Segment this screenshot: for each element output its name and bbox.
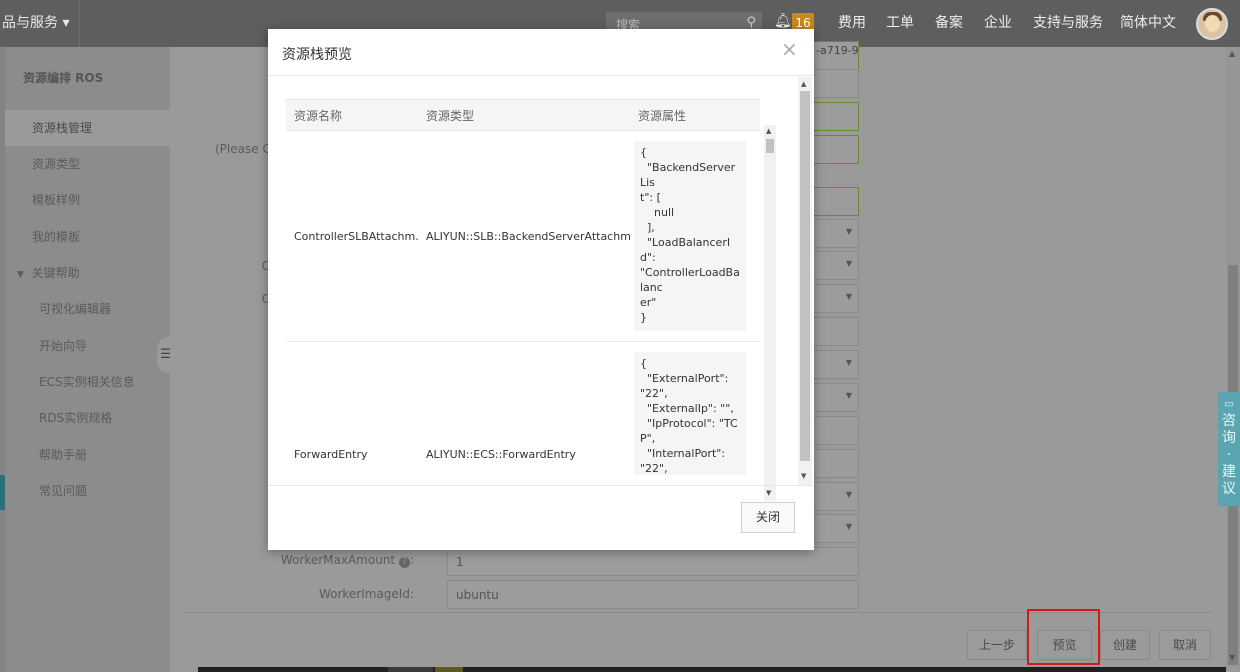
nav-language[interactable]: 简体中文 (1120, 0, 1176, 47)
taskbar-segment (435, 667, 463, 672)
sidebar-item-faq[interactable]: 常见问题 (5, 473, 170, 509)
scroll-up-icon[interactable]: ▲ (766, 127, 771, 135)
dropdown-arrow-icon: ▼ (845, 522, 852, 531)
worker-max-amount-value: 1 (456, 555, 464, 569)
worker-max-label-text: WorkerMaxAmount (280, 553, 396, 567)
column-header-name: 资源名称 (286, 99, 418, 131)
modal-scrollbar-thumb[interactable] (800, 91, 810, 461)
column-header-props: 资源属性 (630, 99, 760, 131)
bell-icon[interactable]: 🔔︎ (774, 13, 792, 29)
table-row: ForwardEntry ALIYUN::ECS::ForwardEntry {… (286, 341, 760, 475)
sidebar-item-resource-types[interactable]: 资源类型 (5, 146, 170, 182)
modal-title: 资源栈预览 (282, 47, 352, 63)
dropdown-arrow-icon: ▼ (845, 358, 852, 367)
resource-name-cell: ControllerSLBAttachm... (286, 130, 418, 342)
resource-name-cell: ForwardEntry (286, 341, 418, 475)
table-row: ControllerSLBAttachm... ALIYUN::SLB::Bac… (286, 130, 760, 342)
sidebar-title: 资源编排 ROS (23, 71, 104, 85)
sidebar: 资源编排 ROS 资源栈管理 资源类型 模板样例 我的模板 ▼ 关键帮助 可视化… (5, 47, 175, 672)
dropdown-arrow-icon: ▼ (845, 227, 852, 236)
resource-props-cell: { "BackendServerLis t": [ null ], "LoadB… (630, 130, 760, 342)
nav-tickets[interactable]: 工单 (886, 0, 914, 47)
chat-icon: ▭ (1224, 399, 1234, 410)
dropdown-arrow-icon: ▼ (845, 259, 852, 268)
close-icon[interactable]: × (781, 39, 798, 59)
taskbar-segment (388, 667, 433, 672)
user-avatar[interactable] (1196, 8, 1228, 40)
field-label-c1: C (261, 259, 270, 273)
nav-enterprise[interactable]: 企业 (984, 0, 1012, 47)
prev-step-button[interactable]: 上一步 (967, 630, 1027, 660)
create-button[interactable]: 创建 (1100, 630, 1150, 660)
dropdown-arrow-icon: ▼ (845, 292, 852, 301)
resource-type-cell: ALIYUN::ECS::ForwardEntry (418, 341, 630, 475)
sidebar-item-getting-started[interactable]: 开始向导 (5, 328, 170, 364)
preview-highlight-box (1027, 609, 1100, 665)
field-label-c2: C (261, 292, 270, 306)
products-menu[interactable]: 品与服务 ▾ (0, 0, 80, 47)
resource-props-json: { "ExternalPort": "22", "ExternalIp": ""… (634, 352, 746, 475)
resource-table: 资源名称 资源类型 资源属性 ControllerSLBAttachm... A… (286, 99, 760, 475)
bottom-taskbar-strip (198, 667, 1226, 672)
sidebar-item-help-manual[interactable]: 帮助手册 (5, 437, 170, 473)
cancel-button[interactable]: 取消 (1159, 630, 1211, 660)
page-scrollbar[interactable]: ▲ ▼ (1226, 47, 1240, 667)
worker-image-id-input[interactable]: ubuntu (447, 580, 859, 609)
table-scrollbar[interactable]: ▲ ▼ (764, 125, 776, 501)
dropdown-arrow-icon: ▼ (845, 490, 852, 499)
table-scrollbar-thumb[interactable] (766, 139, 774, 153)
consult-char: 咨 (1222, 413, 1236, 429)
worker-image-label: WorkerImageId: (318, 587, 414, 601)
modal-scrollbar[interactable]: ▲ ▼ (798, 77, 812, 485)
consult-char: 议 (1222, 481, 1236, 497)
avatar-face (1205, 15, 1220, 32)
help-icon[interactable]: ? (398, 557, 410, 568)
modal-footer-divider (268, 485, 814, 486)
worker-max-amount-input[interactable]: 1 (447, 547, 859, 576)
close-button[interactable]: 关闭 (741, 502, 795, 533)
scroll-down-icon[interactable]: ▼ (766, 489, 771, 497)
resource-type-cell: ALIYUN::SLB::BackendServerAttachment (418, 130, 630, 342)
search-icon[interactable]: ⚲ (746, 15, 756, 30)
sidebar-item-ecs-info[interactable]: ECS实例相关信息 (5, 364, 170, 400)
table-header-row: 资源名称 资源类型 资源属性 (286, 99, 760, 131)
sidebar-item-my-templates[interactable]: 我的模板 (5, 219, 170, 255)
worker-image-id-value: ubuntu (456, 588, 499, 602)
scroll-up-icon[interactable]: ▲ (1229, 49, 1235, 58)
worker-max-label: WorkerMaxAmount ?: (280, 553, 414, 568)
sidebar-item-rds-specs[interactable]: RDS实例规格 (5, 400, 170, 436)
sidebar-item-stack-management[interactable]: 资源栈管理 (5, 110, 170, 146)
dropdown-arrow-icon: ▼ (845, 391, 852, 400)
consult-char: 询 (1222, 430, 1236, 446)
sidebar-item-template-samples[interactable]: 模板样例 (5, 182, 170, 218)
modal-body: 资源名称 资源类型 资源属性 ControllerSLBAttachm... A… (286, 99, 784, 475)
resource-props-json: { "BackendServerLis t": [ null ], "LoadB… (634, 141, 746, 331)
column-header-type: 资源类型 (418, 99, 630, 131)
consult-char: · (1226, 447, 1232, 463)
scroll-up-icon[interactable]: ▲ (801, 80, 806, 88)
scroll-down-icon[interactable]: ▼ (1229, 653, 1235, 662)
consult-suggest-tab[interactable]: ▭ 咨 询 · 建 议 (1218, 392, 1240, 506)
modal-header: 资源栈预览 × (268, 29, 814, 76)
nav-fees[interactable]: 费用 (838, 0, 866, 47)
stack-preview-modal: 资源栈预览 × 资源名称 资源类型 资源属性 ControllerSLBAtta… (268, 29, 814, 550)
nav-filing[interactable]: 备案 (935, 0, 963, 47)
nav-support[interactable]: 支持与服务 (1033, 0, 1103, 47)
resource-props-cell: { "ExternalPort": "22", "ExternalIp": ""… (630, 341, 760, 475)
scroll-down-icon[interactable]: ▼ (801, 472, 806, 480)
top-field-value: -a719-9 (816, 44, 859, 57)
consult-char: 建 (1222, 464, 1236, 480)
